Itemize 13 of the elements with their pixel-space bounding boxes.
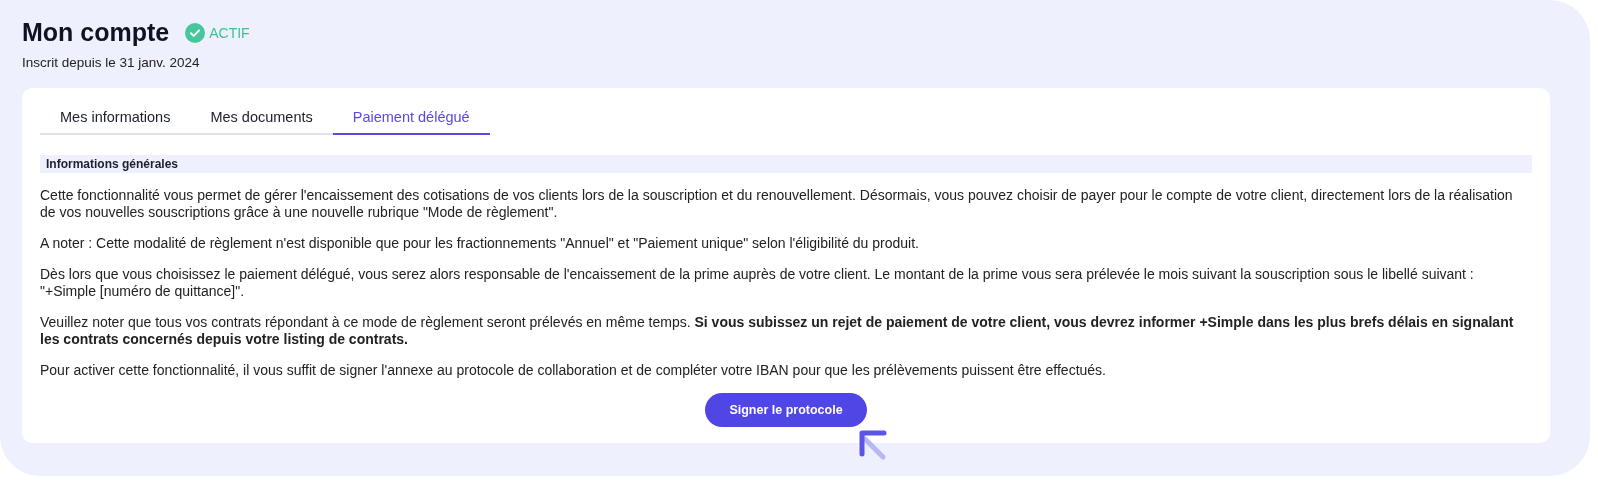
paragraph: Dès lors que vous choisissez le paiement délégué, vous serez alors responsable de l'encaissement de la prime auprès de votre client. Le montant de la prime vous sera prélevée le mois suivant la souscription sous le libellé suivant : "+Simple [numéro de quittance]".: [40, 266, 1475, 300]
status-label: ACTIF: [209, 24, 250, 41]
paragraph: A noter : Cette modalité de règlement n'est disponible que pour les fractionnements "Annuel" et "Paiement unique" selon l'éligibilité du produit.: [40, 235, 920, 252]
subtitle: Inscrit depuis le 31 janv. 2024: [22, 55, 201, 70]
paragraph: Cette fonctionnalité vous permet de gérer l'encaissement des cotisations de vos clients lors de la souscription et du renouvellement. Désormais, vous pouvez choisir de payer pour le compte de votre client, directement lors de la réalisation de vos nouvelles souscriptions grâce à une nouvelle rubrique "Mode de règlement".: [40, 187, 1514, 221]
tab[interactable]: Mes informations: [40, 102, 191, 135]
tab[interactable]: Paiement délégué: [332, 102, 490, 135]
paragraph: Pour activer cette fonctionnalité, il vous suffit de signer l'annexe au protocole de collaboration et de compléter votre IBAN pour que les prélèvements puissent être effectués.: [40, 362, 1107, 379]
section-title: Informations générales: [40, 155, 1532, 173]
tab[interactable]: Mes documents: [190, 102, 333, 135]
sign-button[interactable]: Signer le protocole: [705, 393, 867, 427]
paragraph: Veuillez noter que tous vos contrats répondant à ce mode de règlement seront prélevés en même temps. Si vous subissez un rejet de paiement de votre client, vous devrez informer +Simple dans les plus brefs délais en signalant les contrats concernés depuis votre listing de contrats.: [40, 314, 1515, 348]
page-title: Mon compte: [22, 18, 170, 47]
